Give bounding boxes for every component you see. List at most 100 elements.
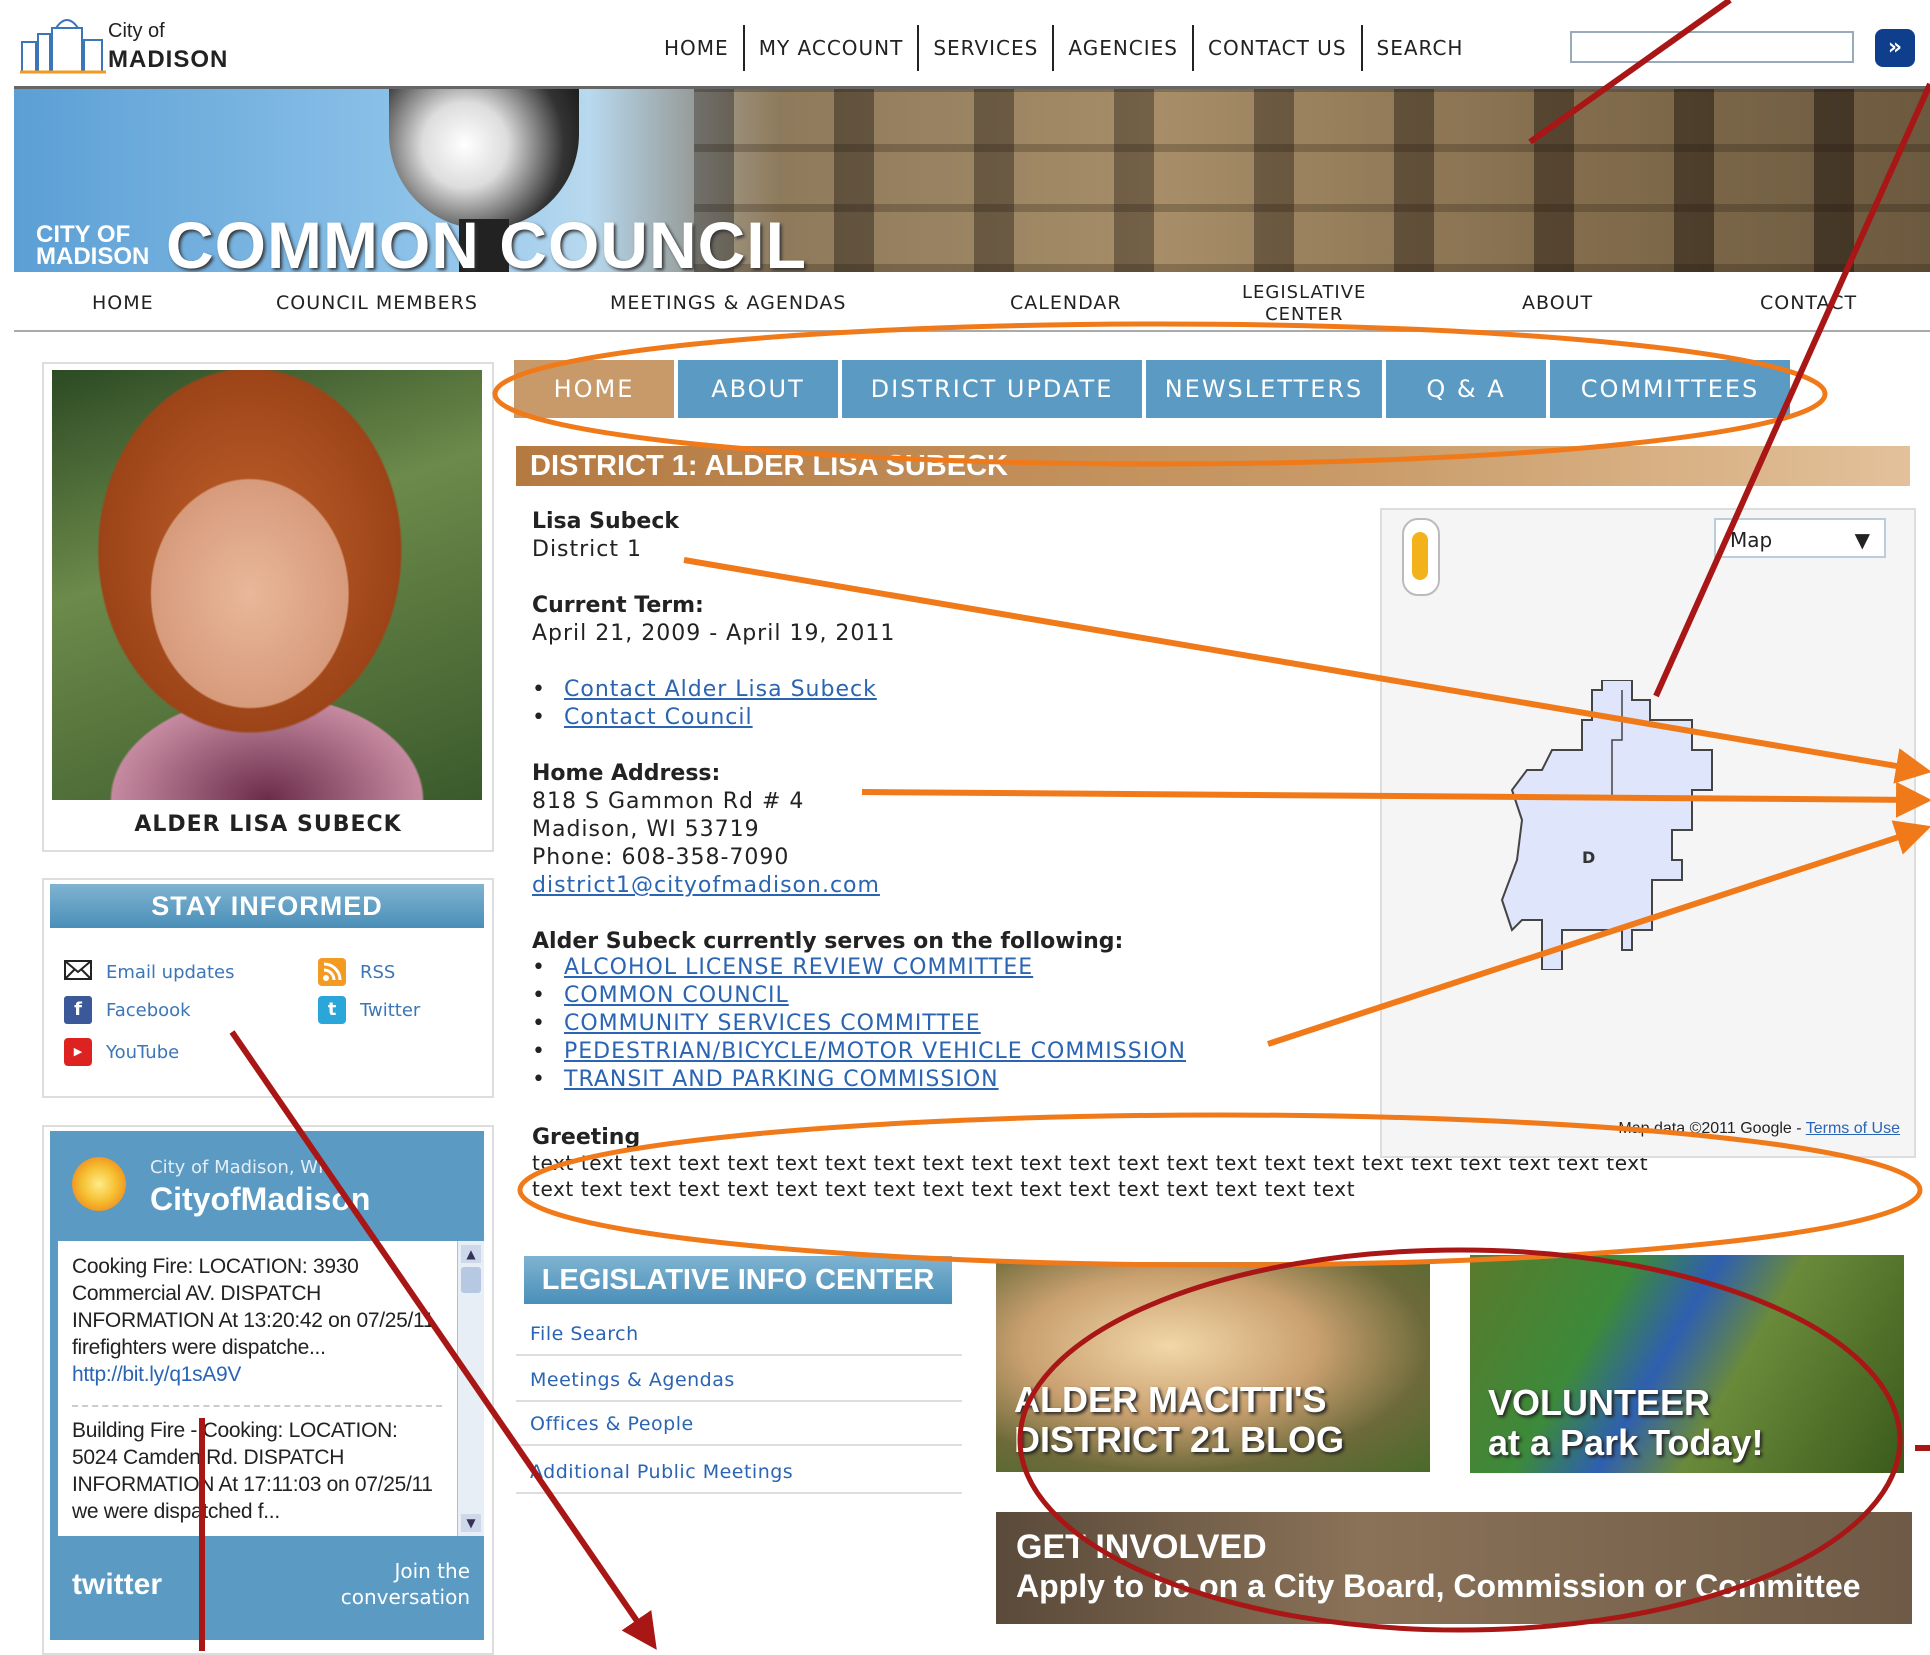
top-nav-my-account[interactable]: MY ACCOUNT (759, 36, 904, 60)
list-item: COMMUNITY SERVICES COMMITTEE (532, 1010, 1186, 1038)
greeting-text-2: text text text text text text text text … (532, 1177, 1356, 1201)
city-logo[interactable]: City of MADISON (20, 8, 250, 80)
list-item: TRANSIT AND PARKING COMMISSION (532, 1066, 1186, 1094)
tab-newsletters[interactable]: NEWSLETTERS (1146, 360, 1382, 418)
map-credit: Map data ©2011 Google - Terms of Use (1618, 1120, 1900, 1137)
logo-line-2: MADISON (108, 46, 229, 73)
get-involved-title: GET INVOLVED (1016, 1528, 1267, 1566)
twitter-logo[interactable]: twitter (72, 1568, 162, 1602)
council-nav: HOME COUNCIL MEMBERS MEETINGS & AGENDAS … (14, 272, 1930, 332)
divider (72, 1405, 442, 1407)
banner-title: COMMON COUNCIL (166, 208, 807, 272)
volunteer-promo-line-2: at a Park Today! (1488, 1422, 1764, 1463)
council-nav-about[interactable]: ABOUT (1522, 292, 1593, 314)
top-nav: HOME MY ACCOUNT SERVICES AGENCIES CONTAC… (664, 25, 1464, 71)
council-nav-legislative[interactable]: LEGISLATIVE CENTER (1242, 282, 1366, 326)
alder-district: District 1 (532, 537, 643, 562)
rss-link[interactable]: RSS (318, 958, 395, 986)
top-nav-services[interactable]: SERVICES (933, 36, 1038, 60)
email-updates-link[interactable]: Email updates (64, 958, 234, 986)
get-involved-text: Apply to be on a City Board, Commission … (1016, 1568, 1861, 1604)
legislative-link-public-meetings[interactable]: Additional Public Meetings (516, 1450, 962, 1494)
tab-committees[interactable]: COMMITTEES (1550, 360, 1790, 418)
committee-link[interactable]: COMMUNITY SERVICES COMMITTEE (564, 1011, 981, 1036)
council-nav-meetings[interactable]: MEETINGS & AGENDAS (610, 292, 846, 314)
council-nav-home[interactable]: HOME (92, 292, 154, 314)
top-nav-agencies[interactable]: AGENCIES (1068, 36, 1178, 60)
list-item: ALCOHOL LICENSE REVIEW COMMITTEE (532, 954, 1186, 982)
tweet-item: Cooking Fire: LOCATION: 3930 Commercial … (72, 1255, 435, 1386)
get-involved-promo[interactable]: GET INVOLVED Apply to be on a City Board… (996, 1512, 1912, 1624)
contact-alder-link[interactable]: Contact Alder Lisa Subeck (564, 677, 877, 702)
committee-link[interactable]: PEDESTRIAN/BICYCLE/MOTOR VEHICLE COMMISS… (564, 1039, 1186, 1064)
term-label: Current Term: (532, 593, 704, 618)
stay-informed-title: STAY INFORMED (50, 884, 484, 928)
divider (1191, 25, 1194, 71)
legislative-link-offices[interactable]: Offices & People (516, 1402, 962, 1446)
map-type-select[interactable]: Map ▼ (1714, 518, 1886, 558)
youtube-link[interactable]: ▶ YouTube (64, 1038, 179, 1066)
tab-q-and-a[interactable]: Q & A (1386, 360, 1546, 418)
banner-city-of: CITY OF MADISON (36, 221, 150, 270)
district-header: DISTRICT 1: ALDER LISA SUBECK (516, 446, 1910, 486)
divider (742, 25, 745, 71)
list-item: Contact Alder Lisa Subeck (532, 676, 877, 704)
council-nav-members[interactable]: COUNCIL MEMBERS (276, 292, 478, 314)
join-conversation-link[interactable]: Join the conversation (341, 1558, 470, 1610)
tab-home[interactable]: HOME (514, 360, 674, 418)
address-label: Home Address: (532, 761, 721, 786)
youtube-icon: ▶ (64, 1038, 92, 1066)
greeting-label: Greeting (532, 1125, 641, 1150)
chevron-down-icon: ▼ (1854, 528, 1870, 552)
committee-list: ALCOHOL LICENSE REVIEW COMMITTEE COMMON … (532, 954, 1186, 1094)
blog-promo[interactable]: ALDER MACITTI'S DISTRICT 21 BLOG (996, 1262, 1430, 1472)
legislative-link-file-search[interactable]: File Search (516, 1312, 962, 1356)
committee-link[interactable]: TRANSIT AND PARKING COMMISSION (564, 1067, 999, 1092)
facebook-link[interactable]: f Facebook (64, 996, 191, 1024)
scroll-thumb[interactable] (461, 1267, 481, 1293)
scroll-down-icon[interactable]: ▼ (461, 1514, 481, 1532)
address-line-2: Madison, WI 53719 (532, 817, 760, 842)
twitter-link[interactable]: t Twitter (318, 996, 420, 1024)
alder-info: Lisa Subeck District 1 (532, 508, 679, 564)
email-link[interactable]: district1@cityofmadison.com (532, 873, 880, 898)
terms-of-use-link[interactable]: Terms of Use (1806, 1120, 1900, 1137)
council-nav-calendar[interactable]: CALENDAR (1010, 292, 1122, 314)
city-sun-icon (72, 1157, 126, 1211)
search-input[interactable] (1570, 31, 1854, 63)
top-nav-contact-us[interactable]: CONTACT US (1208, 36, 1347, 60)
legislative-link-meetings[interactable]: Meetings & Agendas (516, 1358, 962, 1402)
twitter-account-name[interactable]: CityofMadison (150, 1181, 370, 1218)
envelope-icon (64, 958, 92, 986)
search-button[interactable]: » (1875, 29, 1915, 67)
tweet-feed[interactable]: Cooking Fire: LOCATION: 3930 Commercial … (50, 1241, 484, 1536)
current-term: Current Term: April 21, 2009 - April 19,… (532, 592, 895, 648)
tweet-link[interactable]: http://bit.ly/q1sA9V (72, 1363, 241, 1386)
term-dates: April 21, 2009 - April 19, 2011 (532, 621, 896, 646)
contact-council-link[interactable]: Contact Council (564, 705, 753, 730)
search-label: SEARCH (1376, 36, 1464, 60)
council-nav-contact[interactable]: CONTACT (1760, 292, 1857, 314)
district-map[interactable]: Map ▼ D Map data ©2011 Google - Terms of… (1380, 508, 1916, 1158)
list-item: PEDESTRIAN/BICYCLE/MOTOR VEHICLE COMMISS… (532, 1038, 1186, 1066)
serves-label-wrap: Alder Subeck currently serves on the fol… (532, 928, 1123, 956)
divider (917, 25, 920, 71)
volunteer-promo-line-1: VOLUNTEER (1488, 1382, 1711, 1423)
street-view-pegman-icon[interactable] (1402, 518, 1440, 596)
committee-link[interactable]: ALCOHOL LICENSE REVIEW COMMITTEE (564, 955, 1033, 980)
legislative-info-title: LEGISLATIVE INFO CENTER (524, 1256, 952, 1304)
feed-scrollbar[interactable]: ▲ ▼ (457, 1241, 484, 1536)
twitter-widget-footer: twitter Join the conversation (50, 1536, 484, 1640)
district-boundary-shape (1500, 680, 1713, 970)
home-address: Home Address: 818 S Gammon Rd # 4 Madiso… (532, 760, 880, 900)
blog-promo-line-1: ALDER MACITTI'S (1014, 1379, 1327, 1420)
volunteer-promo[interactable]: VOLUNTEER at a Park Today! (1470, 1255, 1904, 1473)
list-item: Contact Council (532, 704, 877, 732)
tab-district-update[interactable]: DISTRICT UPDATE (842, 360, 1142, 418)
address-line-1: 818 S Gammon Rd # 4 (532, 789, 805, 814)
twitter-widget-header: City of Madison, WI CityofMadison (50, 1131, 484, 1241)
top-nav-home[interactable]: HOME (664, 36, 729, 60)
scroll-up-icon[interactable]: ▲ (461, 1245, 481, 1263)
tab-about[interactable]: ABOUT (678, 360, 838, 418)
committee-link[interactable]: COMMON COUNCIL (564, 983, 789, 1008)
